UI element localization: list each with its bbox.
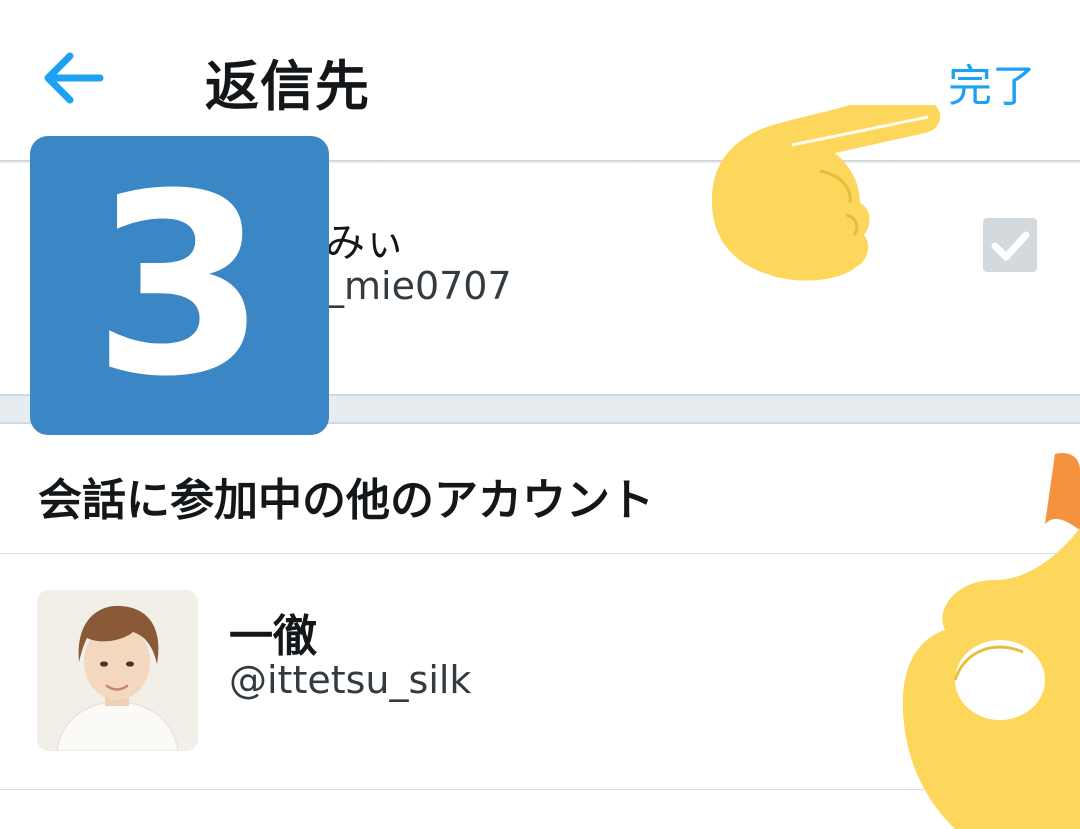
selected-user-checkbox[interactable] [983,218,1037,272]
selected-user-name: みぃ [325,220,405,266]
page-title: 返信先 [205,55,370,118]
user-handle: @ittetsu_silk [229,658,472,702]
back-button[interactable] [40,48,106,108]
avatar-photo [37,590,198,751]
step-number: 3 [92,140,267,431]
step-number-badge: 3 [30,136,329,435]
done-button[interactable]: 完了 [948,50,1036,114]
avatar [37,590,198,751]
section-title: 会話に参加中の他のアカウント [38,475,654,526]
selected-user-handle: _mie0707 [325,264,512,308]
ok-hand-icon [902,452,1080,829]
checkmark-icon [991,231,1030,261]
back-arrow-icon [44,52,104,104]
pointing-right-hand-icon [711,105,941,281]
user-name: 一徹 [229,611,317,662]
reply-to-screen: 返信先 完了 みぃ _mie0707 会話に参加中の他のアカウント 一徹 @it… [0,0,1080,829]
